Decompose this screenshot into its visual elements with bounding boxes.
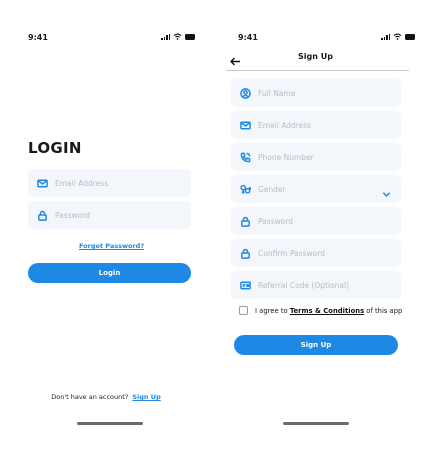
email-field[interactable]: Email Address xyxy=(28,169,191,197)
forget-password-link[interactable]: Forget Password? xyxy=(79,242,144,250)
terms-prefix: I agree to xyxy=(255,306,290,315)
home-indicator xyxy=(77,422,143,425)
battery-icon xyxy=(405,33,415,40)
signup-button[interactable]: Sign Up xyxy=(234,335,398,355)
referral-code-field[interactable]: Referral Code (Optional) xyxy=(231,271,401,299)
phone-field[interactable]: Phone Number xyxy=(231,143,401,171)
password-field[interactable]: Password xyxy=(28,201,191,229)
chevron-down-icon xyxy=(382,184,391,203)
status-time: 9:41 xyxy=(28,33,48,42)
login-button[interactable]: Login xyxy=(28,263,191,283)
terms-checkbox[interactable] xyxy=(239,306,248,315)
signal-icon xyxy=(161,33,170,40)
password-placeholder: Password xyxy=(55,210,91,220)
confirm-password-field[interactable]: Confirm Password xyxy=(231,239,401,267)
user-icon xyxy=(239,87,251,99)
terms-text: I agree to Terms & Conditions of this ap… xyxy=(255,307,402,315)
signal-icon xyxy=(381,33,390,40)
full-name-field[interactable]: Full Name xyxy=(231,79,401,107)
mail-icon xyxy=(36,177,48,189)
login-screen: 9:41 LOGIN Email Address Password Forget… xyxy=(0,0,212,451)
card-icon xyxy=(239,279,251,291)
phone-icon xyxy=(239,151,251,163)
gender-placeholder: Gender xyxy=(258,184,286,194)
page-title: LOGIN xyxy=(28,139,82,157)
full-name-placeholder: Full Name xyxy=(258,88,296,98)
terms-link[interactable]: Terms & Conditions xyxy=(290,307,364,315)
email-placeholder: Email Address xyxy=(55,178,109,188)
status-icons xyxy=(161,33,195,40)
phone-placeholder: Phone Number xyxy=(258,152,314,162)
mail-icon xyxy=(239,119,251,131)
confirm-password-placeholder: Confirm Password xyxy=(258,248,325,258)
signup-prompt-text: Don't have an account? xyxy=(51,393,129,401)
home-indicator xyxy=(283,422,349,425)
referral-placeholder: Referral Code (Optional) xyxy=(258,280,349,290)
status-time: 9:41 xyxy=(238,33,258,42)
email-field[interactable]: Email Address xyxy=(231,111,401,139)
page-title: Sign Up xyxy=(298,52,333,61)
header-divider xyxy=(226,70,409,71)
wifi-icon xyxy=(393,33,402,40)
signup-link[interactable]: Sign Up xyxy=(132,393,160,401)
email-placeholder: Email Address xyxy=(258,120,312,130)
signup-prompt: Don't have an account? Sign Up xyxy=(0,393,212,401)
terms-suffix: of this app xyxy=(364,306,403,315)
signup-screen: 9:41 Sign Up Full Name Email Address Pho… xyxy=(213,0,425,451)
lock-icon xyxy=(36,209,48,221)
lock-icon xyxy=(239,247,251,259)
wifi-icon xyxy=(173,33,182,40)
battery-icon xyxy=(185,33,195,40)
password-placeholder: Password xyxy=(258,216,294,226)
lock-icon xyxy=(239,215,251,227)
terms-agreement: I agree to Terms & Conditions of this ap… xyxy=(239,306,402,315)
gender-icon xyxy=(239,183,251,195)
password-field[interactable]: Password xyxy=(231,207,401,235)
status-icons xyxy=(381,33,415,40)
gender-select[interactable]: Gender xyxy=(231,175,401,203)
